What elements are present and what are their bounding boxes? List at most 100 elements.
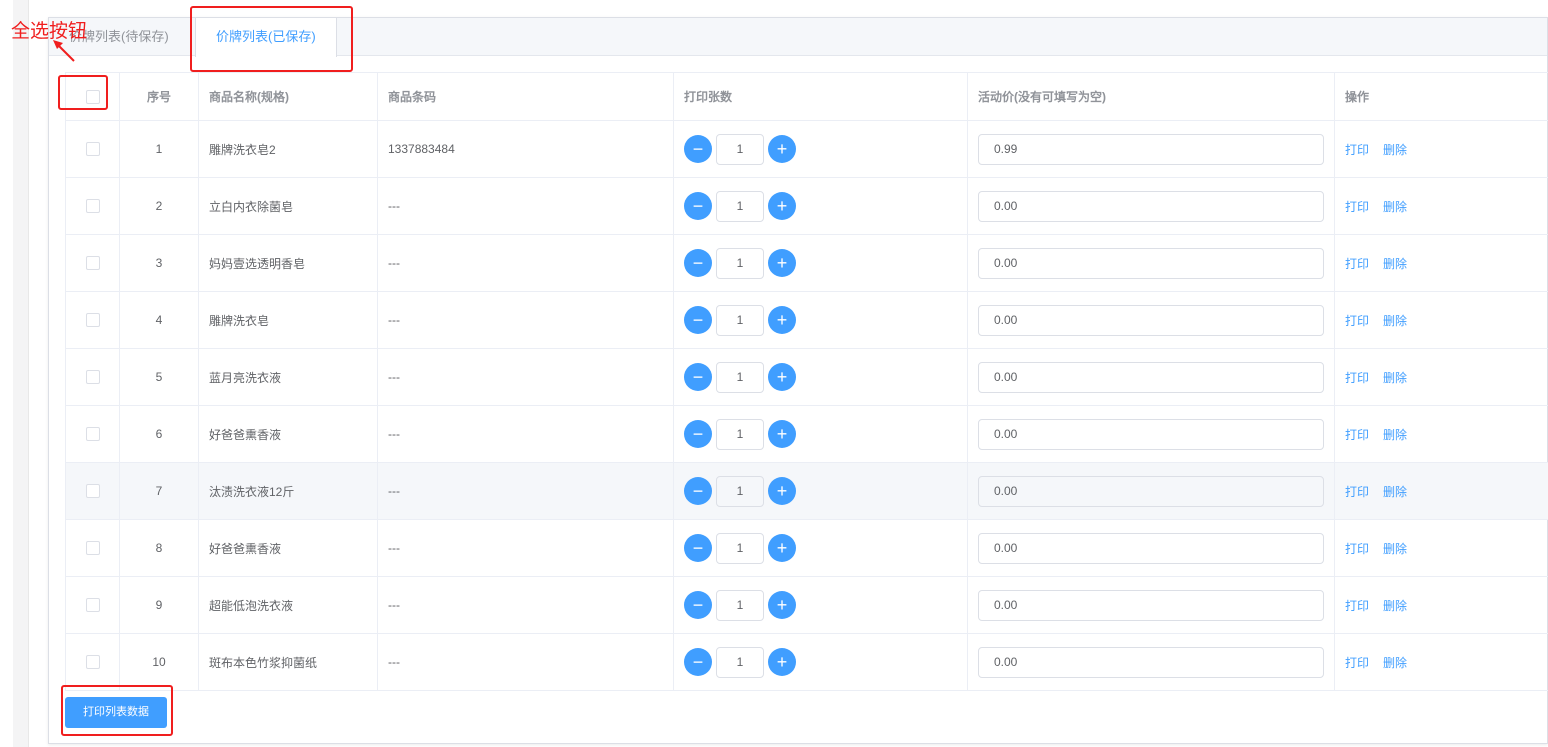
delete-link[interactable]: 删除 <box>1383 371 1407 385</box>
promo-price-input[interactable]: 0.00 <box>978 646 1324 678</box>
quantity-input[interactable]: 1 <box>716 361 764 393</box>
product-name: 斑布本色竹浆抑菌纸 <box>198 633 378 691</box>
promo-price-input[interactable]: 0.00 <box>978 418 1324 450</box>
increase-button[interactable]: + <box>768 534 796 562</box>
print-link[interactable]: 打印 <box>1345 599 1369 613</box>
increase-button[interactable]: + <box>768 249 796 277</box>
print-link[interactable]: 打印 <box>1345 428 1369 442</box>
print-link[interactable]: 打印 <box>1345 542 1369 556</box>
print-count-cell: −1 + <box>673 177 968 235</box>
delete-link[interactable]: 删除 <box>1383 257 1407 271</box>
actions-cell: 打印 删除 <box>1334 234 1548 292</box>
promo-price-input[interactable]: 0.00 <box>978 361 1324 393</box>
row-checkbox[interactable] <box>85 484 100 499</box>
print-count-cell: −1 + <box>673 519 968 577</box>
decrease-button[interactable]: − <box>684 534 712 562</box>
print-link[interactable]: 打印 <box>1345 200 1369 214</box>
quantity-input[interactable]: 1 <box>716 532 764 564</box>
quantity-input[interactable]: 1 <box>716 589 764 621</box>
quantity-input[interactable]: 1 <box>716 475 764 507</box>
increase-button[interactable]: + <box>768 591 796 619</box>
actions-cell: 打印 删除 <box>1334 519 1548 577</box>
delete-link[interactable]: 删除 <box>1383 656 1407 670</box>
quantity-input[interactable]: 1 <box>716 418 764 450</box>
quantity-input[interactable]: 1 <box>716 304 764 336</box>
decrease-button[interactable]: − <box>684 477 712 505</box>
row-checkbox[interactable] <box>85 313 100 328</box>
delete-link[interactable]: 删除 <box>1383 599 1407 613</box>
increase-button[interactable]: + <box>768 477 796 505</box>
row-checkbox[interactable] <box>85 427 100 442</box>
promo-price-input[interactable]: 0.00 <box>978 475 1324 507</box>
row-checkbox[interactable] <box>85 256 100 271</box>
product-barcode: --- <box>377 291 674 349</box>
increase-button[interactable]: + <box>768 135 796 163</box>
actions-cell: 打印 删除 <box>1334 291 1548 349</box>
decrease-button[interactable]: − <box>684 135 712 163</box>
quantity-input[interactable]: 1 <box>716 247 764 279</box>
actions-cell: 打印 删除 <box>1334 177 1548 235</box>
quantity-stepper: −1 + <box>684 247 967 279</box>
increase-button[interactable]: + <box>768 420 796 448</box>
delete-link[interactable]: 删除 <box>1383 542 1407 556</box>
product-barcode: --- <box>377 405 674 463</box>
promo-price-input[interactable]: 0.00 <box>978 304 1324 336</box>
delete-link[interactable]: 删除 <box>1383 143 1407 157</box>
promo-price-input[interactable]: 0.99 <box>978 133 1324 165</box>
actions-cell: 打印 删除 <box>1334 120 1548 178</box>
decrease-button[interactable]: − <box>684 249 712 277</box>
print-count-cell: −1 + <box>673 633 968 691</box>
print-count-cell: −1 + <box>673 234 968 292</box>
decrease-button[interactable]: − <box>684 363 712 391</box>
row-checkbox[interactable] <box>85 199 100 214</box>
print-count-cell: −1 + <box>673 405 968 463</box>
quantity-input[interactable]: 1 <box>716 190 764 222</box>
quantity-input[interactable]: 1 <box>716 646 764 678</box>
decrease-button[interactable]: − <box>684 192 712 220</box>
product-name: 超能低泡洗衣液 <box>198 576 378 634</box>
promo-price-input[interactable]: 0.00 <box>978 247 1324 279</box>
increase-button[interactable]: + <box>768 306 796 334</box>
promo-price-input[interactable]: 0.00 <box>978 190 1324 222</box>
decrease-button[interactable]: − <box>684 648 712 676</box>
print-link[interactable]: 打印 <box>1345 485 1369 499</box>
row-index: 5 <box>119 348 199 406</box>
promo-price-cell: 0.00 <box>967 291 1335 349</box>
print-link[interactable]: 打印 <box>1345 371 1369 385</box>
print-link[interactable]: 打印 <box>1345 656 1369 670</box>
print-link[interactable]: 打印 <box>1345 143 1369 157</box>
table-row: 1 雕牌洗衣皂2 1337883484 −1 + 0.99 打印 删除 <box>65 120 1548 178</box>
row-checkbox-cell <box>65 348 120 406</box>
left-sidebar-strip <box>0 0 47 747</box>
delete-link[interactable]: 删除 <box>1383 314 1407 328</box>
header-index: 序号 <box>119 72 199 121</box>
row-checkbox[interactable] <box>85 655 100 670</box>
decrease-button[interactable]: − <box>684 306 712 334</box>
delete-link[interactable]: 删除 <box>1383 485 1407 499</box>
delete-link[interactable]: 删除 <box>1383 428 1407 442</box>
row-checkbox[interactable] <box>85 541 100 556</box>
row-index: 3 <box>119 234 199 292</box>
row-checkbox[interactable] <box>85 142 100 157</box>
quantity-stepper: −1 + <box>684 589 967 621</box>
increase-button[interactable]: + <box>768 648 796 676</box>
increase-button[interactable]: + <box>768 363 796 391</box>
increase-button[interactable]: + <box>768 192 796 220</box>
actions-cell: 打印 删除 <box>1334 576 1548 634</box>
promo-price-input[interactable]: 0.00 <box>978 589 1324 621</box>
quantity-stepper: −1 + <box>684 646 967 678</box>
product-barcode: --- <box>377 348 674 406</box>
promo-price-input[interactable]: 0.00 <box>978 532 1324 564</box>
row-checkbox[interactable] <box>85 598 100 613</box>
decrease-button[interactable]: − <box>684 591 712 619</box>
decrease-button[interactable]: − <box>684 420 712 448</box>
print-link[interactable]: 打印 <box>1345 257 1369 271</box>
quantity-input[interactable]: 1 <box>716 133 764 165</box>
delete-link[interactable]: 删除 <box>1383 200 1407 214</box>
row-checkbox[interactable] <box>85 370 100 385</box>
row-checkbox-cell <box>65 405 120 463</box>
print-link[interactable]: 打印 <box>1345 314 1369 328</box>
promo-price-cell: 0.00 <box>967 348 1335 406</box>
annotation-arrow-icon <box>53 40 75 62</box>
product-name: 雕牌洗衣皂 <box>198 291 378 349</box>
